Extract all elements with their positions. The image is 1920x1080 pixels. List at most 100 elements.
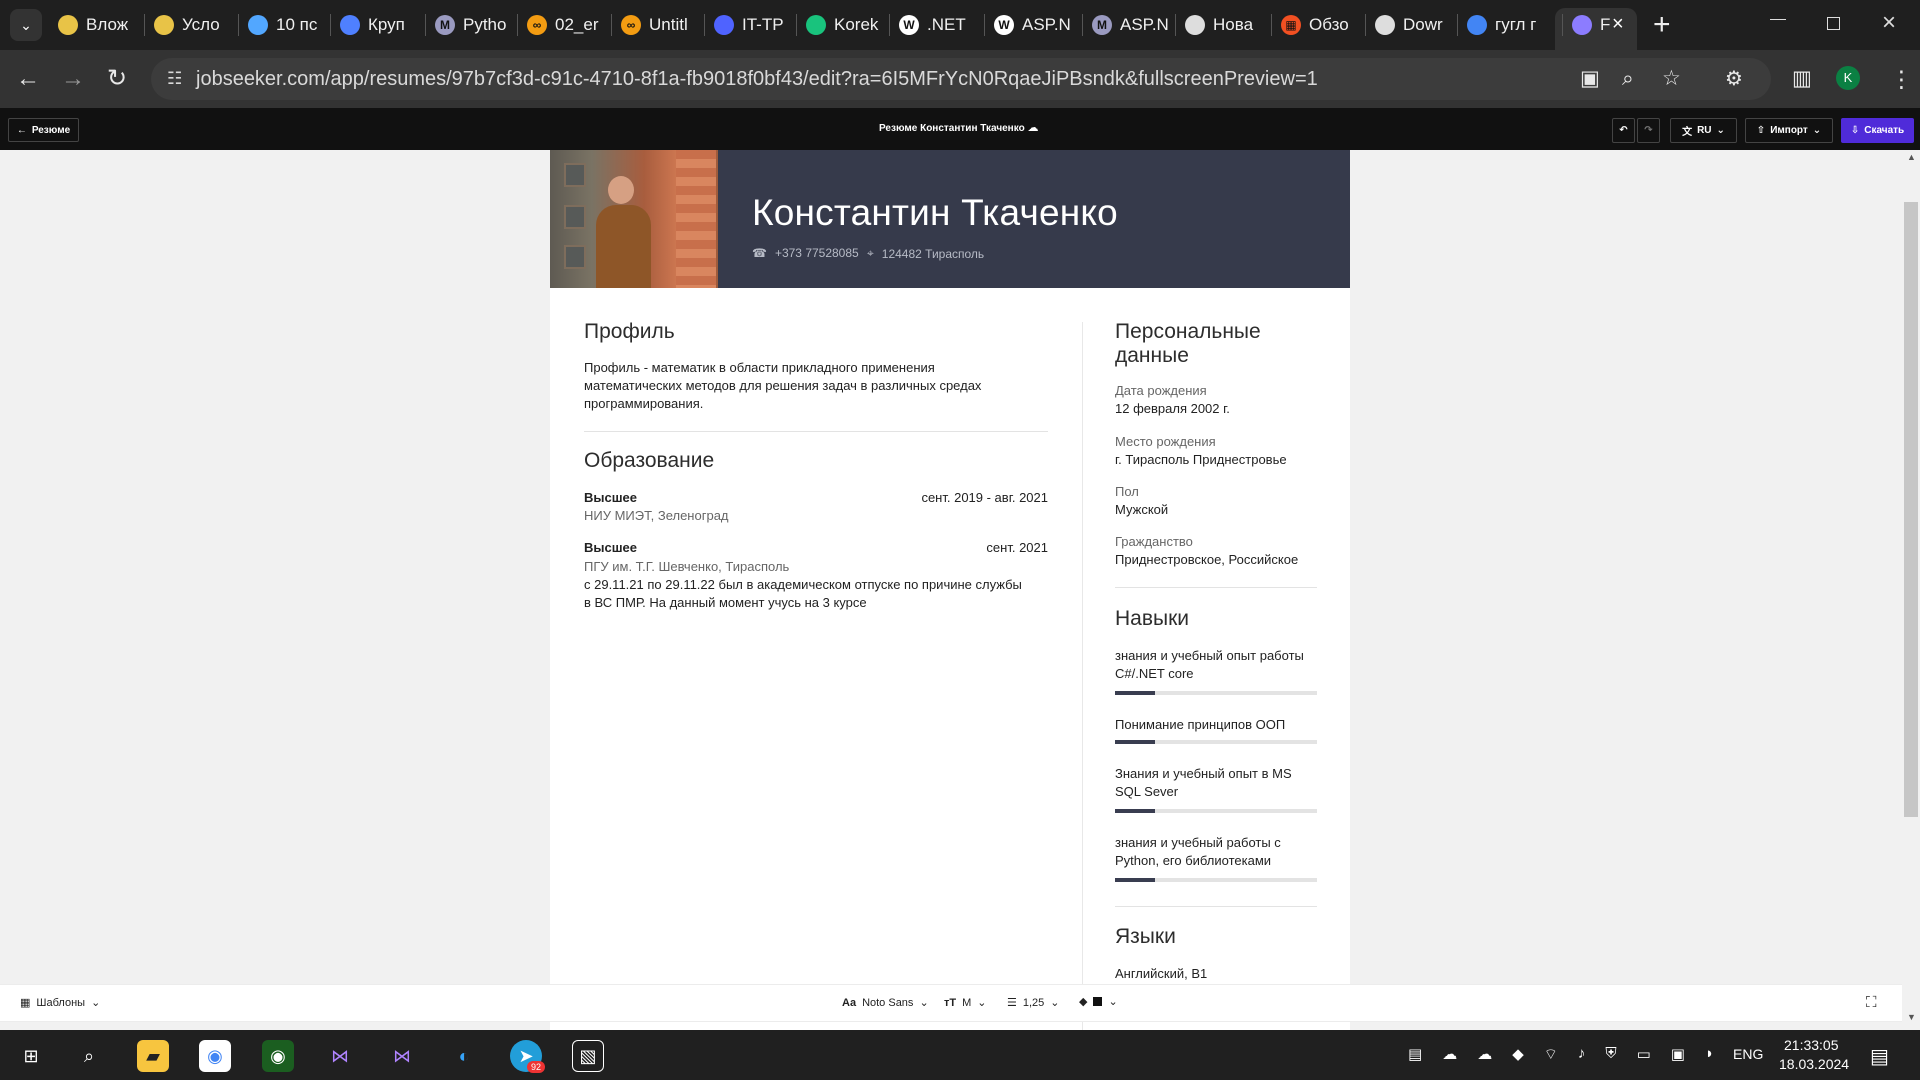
paint-bucket-icon: ◆ xyxy=(1079,996,1088,1008)
paint-icon xyxy=(58,15,78,35)
scroll-down-arrow-icon[interactable]: ▼ xyxy=(1907,1012,1916,1022)
left-arrow-icon: ← xyxy=(16,124,27,136)
security-icon[interactable]: ⛨ xyxy=(1605,1045,1616,1064)
back-arrow-icon[interactable]: ← xyxy=(16,67,40,91)
edge-icon[interactable]: ◐ xyxy=(448,1040,480,1072)
notifications-icon[interactable]: ▤ xyxy=(1870,1044,1889,1069)
news-icon[interactable]: ▤ xyxy=(1408,1045,1422,1064)
language-select[interactable]: 文 RU ⌄ xyxy=(1670,118,1737,143)
search-icon[interactable]: ⌕ xyxy=(73,1040,105,1072)
tab-separator xyxy=(1365,14,1366,36)
active-chrome-icon[interactable]: ◉ xyxy=(262,1040,294,1072)
volume-icon[interactable]: ♪ xyxy=(1578,1045,1586,1064)
browser-tab[interactable]: Dowr xyxy=(1375,8,1451,42)
browser-tab[interactable]: W .NET xyxy=(899,8,975,42)
address-bar[interactable]: ☷ jobseeker.com/app/resumes/97b7cf3d-c91… xyxy=(151,58,1771,100)
tab-search-button[interactable]: ⌄ xyxy=(10,9,42,41)
resume-column-divider xyxy=(1082,322,1083,1030)
chrome-icon[interactable]: ◉ xyxy=(199,1040,231,1072)
google-icon xyxy=(1467,15,1487,35)
clock-date[interactable]: 18.03.2024 xyxy=(1779,1056,1849,1072)
browser-tab[interactable]: W ASP.N xyxy=(994,8,1070,42)
browser-tab[interactable]: Korek xyxy=(806,8,882,42)
personal-divider xyxy=(1115,587,1317,588)
close-tab-icon[interactable]: × xyxy=(1612,13,1624,36)
clock-time[interactable]: 21:33:05 xyxy=(1784,1037,1839,1053)
restore-window-icon[interactable] xyxy=(1827,17,1840,30)
fullscreen-icon[interactable]: ⛶ xyxy=(1866,994,1877,1011)
back-to-resume-button[interactable]: ← Резюме xyxy=(8,118,79,142)
w-icon: W xyxy=(994,15,1014,35)
undo-button[interactable]: ↶ xyxy=(1612,118,1635,143)
browser-tab[interactable]: M ASP.N xyxy=(1092,8,1168,42)
font-select[interactable]: Aa Noto Sans ⌄ xyxy=(842,996,929,1010)
extensions-icon[interactable]: ⚙ xyxy=(1725,67,1743,91)
browser-tab-label: гугл г xyxy=(1495,15,1537,34)
line-height-icon: ☰ xyxy=(1007,997,1017,1009)
visual-studio-alt-icon[interactable]: ⋈ xyxy=(386,1040,418,1072)
browser-tab[interactable]: гугл г xyxy=(1467,8,1543,42)
line-height-select[interactable]: ☰ 1,25 ⌄ xyxy=(1007,996,1060,1010)
redo-button[interactable]: ↷ xyxy=(1637,118,1660,143)
browser-tab[interactable]: 10 пс xyxy=(248,8,324,42)
sun-icon xyxy=(248,15,268,35)
browser-tab[interactable]: Усло xyxy=(154,8,230,42)
browser-tab-label: 10 пс xyxy=(276,15,318,34)
side-panel-icon[interactable]: ▥ xyxy=(1792,67,1812,91)
visual-studio-icon[interactable]: ⋈ xyxy=(324,1040,356,1072)
battery-icon[interactable]: ▭ xyxy=(1637,1045,1651,1064)
browser-tab[interactable]: ∞ 02_er xyxy=(527,8,603,42)
minimize-window-icon[interactable] xyxy=(1770,19,1786,20)
notification-app-icon[interactable]: ◆ xyxy=(1512,1045,1524,1064)
cloud-icon[interactable]: ☁ xyxy=(1477,1045,1492,1064)
color-select[interactable]: ◆ ⌄ xyxy=(1079,995,1118,1008)
wifi-icon[interactable]: ⌔ xyxy=(1544,1045,1558,1064)
browser-tab[interactable]: ▦ Обзо xyxy=(1281,8,1357,42)
site-settings-icon[interactable]: ☷ xyxy=(167,58,182,100)
birthdate-label: Дата рождения xyxy=(1115,383,1207,398)
browser-tab[interactable]: IT-TP xyxy=(714,8,790,42)
tab-separator xyxy=(1457,14,1458,36)
browser-tab[interactable]: Круп xyxy=(340,8,416,42)
zoom-icon[interactable]: ⌕ xyxy=(1622,67,1634,91)
browser-toolbar: ← → ↻ ☷ jobseeker.com/app/resumes/97b7cf… xyxy=(0,50,1920,108)
bookmark-star-icon[interactable]: ☆ xyxy=(1662,67,1681,91)
star-icon xyxy=(714,15,734,35)
translate-icon: 文 xyxy=(1682,127,1693,138)
tab-separator xyxy=(238,14,239,36)
windows-start-icon[interactable]: ⊞ xyxy=(15,1040,47,1072)
size-select[interactable]: тT M ⌄ xyxy=(944,996,987,1010)
input-language[interactable]: ENG xyxy=(1733,1046,1763,1062)
file-explorer-icon[interactable]: ▰ xyxy=(137,1040,169,1072)
browser-tab-label: Круп xyxy=(368,15,405,34)
active-tab-label[interactable]: F xyxy=(1572,8,1617,42)
chevron-down-icon: ⌄ xyxy=(1050,997,1060,1009)
scroll-up-arrow-icon[interactable]: ▲ xyxy=(1907,152,1916,162)
browser-tab-label: Korek xyxy=(834,15,879,34)
display-icon[interactable]: ▣ xyxy=(1671,1045,1685,1064)
address-text: jobseeker.com/app/resumes/97b7cf3d-c91c-… xyxy=(196,68,1318,90)
new-tab-button[interactable]: + xyxy=(1653,10,1671,40)
browser-tab[interactable]: M Pytho xyxy=(435,8,511,42)
browser-tab[interactable]: Нова xyxy=(1185,8,1261,42)
skill-level-bar xyxy=(1115,691,1317,695)
templates-button[interactable]: ▦ Шаблоны ⌄ xyxy=(20,996,100,1010)
scrollbar-thumb[interactable] xyxy=(1904,202,1918,817)
forward-arrow-icon[interactable]: → xyxy=(61,67,85,91)
tray-app-icon[interactable]: ☁ xyxy=(1442,1045,1457,1064)
install-app-icon[interactable]: ▣ xyxy=(1580,67,1600,91)
reload-icon[interactable]: ↻ xyxy=(107,67,127,91)
template-icon: ▦ xyxy=(20,997,31,1009)
windows-icon: ▦ xyxy=(1281,15,1301,35)
chrome-menu-icon[interactable]: ⋮ xyxy=(1890,67,1913,91)
download-button[interactable]: ⇩ Скачать xyxy=(1841,118,1914,143)
browser-tab[interactable]: Влож xyxy=(58,8,134,42)
nvidia-icon[interactable]: ◗ xyxy=(1705,1045,1714,1064)
photos-icon[interactable]: ▧ xyxy=(572,1040,604,1072)
tab-separator xyxy=(611,14,612,36)
import-button[interactable]: ⇧ Импорт ⌄ xyxy=(1745,118,1833,143)
close-window-icon[interactable]: × xyxy=(1882,9,1896,37)
profile-avatar[interactable]: K xyxy=(1836,66,1860,90)
resume-format-toolbar: ▦ Шаблоны ⌄ Aa Noto Sans ⌄ тT M ⌄ ☰ 1,25 ⌄ ◆ ⌄ ⛶ xyxy=(0,984,1902,1022)
browser-tab[interactable]: ∞ Untitl xyxy=(621,8,697,42)
